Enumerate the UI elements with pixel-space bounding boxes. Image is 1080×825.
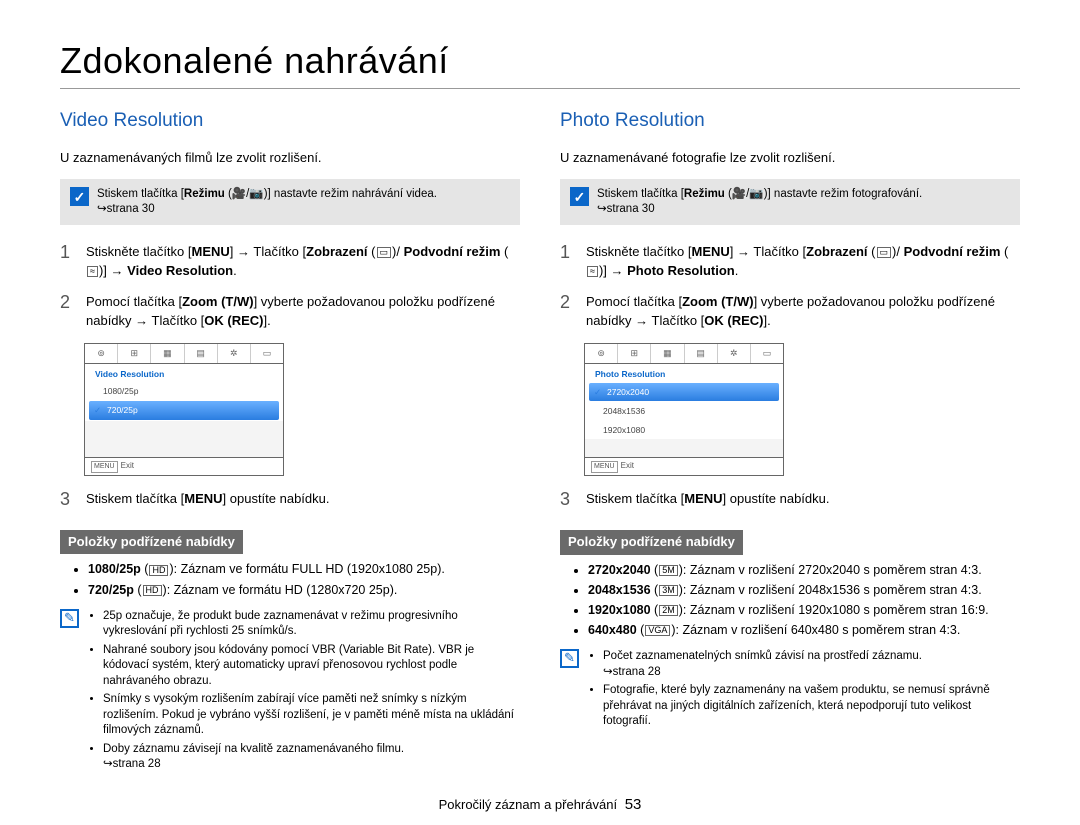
list-item: 2720x2040 (5M): Záznam v rozlišení 2720x… xyxy=(588,561,1020,579)
list-item: Nahrané soubory jsou kódovány pomocí VBR… xyxy=(103,643,520,690)
note-text: Stiskem tlačítka [Režimu (🎥/📷)] nastavte… xyxy=(597,187,922,217)
list-item: Doby záznamu závisejí na kvalitě zazname… xyxy=(103,742,520,773)
list-item: Fotografie, které byly zaznamenány na va… xyxy=(603,683,1020,730)
tab-icon: ▭ xyxy=(751,344,783,363)
tab-icon: ⊚ xyxy=(585,344,618,363)
tab-icon: ✲ xyxy=(218,344,251,363)
step-body: Pomocí tlačítka [Zoom (T/W)] vyberte pož… xyxy=(586,293,1020,331)
res-icon: VGA xyxy=(645,625,670,636)
res-icon: 3M xyxy=(659,585,678,596)
check-icon: ✓ xyxy=(70,187,89,206)
list-item: 1920x1080 (2M): Záznam v rozlišení 1920x… xyxy=(588,601,1020,619)
page-number: 53 xyxy=(625,796,642,813)
tips-block: ✎ Počet zaznamenatelných snímků závisí n… xyxy=(560,649,1020,733)
res-icon: 2M xyxy=(659,605,678,616)
step-body: Stiskem tlačítka [MENU] opustíte nabídku… xyxy=(586,490,1020,510)
menu-title: Photo Resolution xyxy=(585,364,783,382)
tab-icon: ▤ xyxy=(185,344,218,363)
menu-item-selected: 2720x2040 xyxy=(589,383,779,401)
check-icon: ✓ xyxy=(570,187,589,206)
tips-block: ✎ 25p označuje, že produkt bude zaznamen… xyxy=(60,609,520,776)
step-2: 2 Pomocí tlačítka [Zoom (T/W)] vyberte p… xyxy=(60,293,520,331)
display-icon: ▭ xyxy=(377,247,392,258)
res-icon: 5M xyxy=(659,565,678,576)
list-item: 2048x1536 (3M): Záznam v rozlišení 2048x… xyxy=(588,581,1020,599)
right-column: Photo Resolution U zaznamenávané fotogra… xyxy=(560,107,1020,776)
list-item: Počet zaznamenatelných snímků závisí na … xyxy=(603,649,1020,680)
list-item: 640x480 (VGA): Záznam v rozlišení 640x48… xyxy=(588,621,1020,639)
menu-tab-bar: ⊚ ⊞ ▦ ▤ ✲ ▭ xyxy=(585,344,783,364)
step-number: 1 xyxy=(60,243,76,281)
step-2: 2 Pomocí tlačítka [Zoom (T/W)] vyberte p… xyxy=(560,293,1020,331)
document-page: Zdokonalené nahrávání Video Resolution U… xyxy=(0,0,1080,823)
list-item: 720/25p (HD): Záznam ve formátu HD (1280… xyxy=(88,581,520,599)
section-heading-photo: Photo Resolution xyxy=(560,107,1020,135)
submenu-items-list: 2720x2040 (5M): Záznam v rozlišení 2720x… xyxy=(560,561,1020,640)
tab-icon: ▦ xyxy=(651,344,684,363)
menu-item-selected: 720/25p xyxy=(89,401,279,419)
step-body: Pomocí tlačítka [Zoom (T/W)] vyberte pož… xyxy=(86,293,520,331)
step-body: Stiskněte tlačítko [MENU] → Tlačítko [Zo… xyxy=(586,243,1020,281)
menu-item: 1920x1080 xyxy=(585,421,783,439)
tab-icon: ✲ xyxy=(718,344,751,363)
mode-note-box: ✓ Stiskem tlačítka [Režimu (🎥/📷)] nastav… xyxy=(560,179,1020,225)
step-number: 3 xyxy=(560,490,576,510)
step-body: Stiskněte tlačítko [MENU] → Tlačítko [Zo… xyxy=(86,243,520,281)
display-icon: ▭ xyxy=(877,247,892,258)
step-body: Stiskem tlačítka [MENU] opustíte nabídku… xyxy=(86,490,520,510)
menu-button-label: MENU xyxy=(91,461,118,473)
menu-exit-row: MENUExit xyxy=(585,457,783,475)
tips-list: 25p označuje, že produkt bude zaznamenáv… xyxy=(87,609,520,776)
list-item: Snímky s vysokým rozlišením zabírají víc… xyxy=(103,692,520,739)
menu-placeholder-area xyxy=(85,421,283,457)
left-column: Video Resolution U zaznamenávaných filmů… xyxy=(60,107,520,776)
camera-menu-screenshot: ⊚ ⊞ ▦ ▤ ✲ ▭ Video Resolution 1080/25p 72… xyxy=(84,343,284,476)
camera-menu-screenshot: ⊚ ⊞ ▦ ▤ ✲ ▭ Photo Resolution 2720x2040 2… xyxy=(584,343,784,476)
list-item: 1080/25p (HD): Záznam ve formátu FULL HD… xyxy=(88,560,520,578)
two-column-layout: Video Resolution U zaznamenávaných filmů… xyxy=(60,107,1020,776)
page-footer: Pokročilý záznam a přehrávání 53 xyxy=(60,796,1020,813)
step-number: 1 xyxy=(560,243,576,281)
pencil-icon: ✎ xyxy=(60,609,79,628)
menu-title: Video Resolution xyxy=(85,364,283,382)
tips-list: Počet zaznamenatelných snímků závisí na … xyxy=(587,649,1020,733)
list-item: 25p označuje, že produkt bude zaznamenáv… xyxy=(103,609,520,640)
step-number: 2 xyxy=(60,293,76,331)
submenu-heading: Položky podřízené nabídky xyxy=(60,530,243,555)
mode-note-box: ✓ Stiskem tlačítka [Režimu (🎥/📷)] nastav… xyxy=(60,179,520,225)
menu-exit-row: MENUExit xyxy=(85,457,283,475)
step-3: 3 Stiskem tlačítka [MENU] opustíte nabíd… xyxy=(560,490,1020,510)
menu-tab-bar: ⊚ ⊞ ▦ ▤ ✲ ▭ xyxy=(85,344,283,364)
underwater-icon: ≈ xyxy=(587,266,598,277)
step-1: 1 Stiskněte tlačítko [MENU] → Tlačítko [… xyxy=(60,243,520,281)
submenu-heading: Položky podřízené nabídky xyxy=(560,530,743,555)
tab-icon: ⊞ xyxy=(118,344,151,363)
menu-item: 2048x1536 xyxy=(585,402,783,420)
tab-icon: ⊚ xyxy=(85,344,118,363)
menu-placeholder-area xyxy=(585,439,783,457)
section-heading-video: Video Resolution xyxy=(60,107,520,135)
tab-icon: ⊞ xyxy=(618,344,651,363)
step-number: 2 xyxy=(560,293,576,331)
menu-button-label: MENU xyxy=(591,461,618,473)
res-icon: HD xyxy=(143,585,162,596)
menu-item: 1080/25p xyxy=(85,382,283,400)
step-number: 3 xyxy=(60,490,76,510)
page-title: Zdokonalené nahrávání xyxy=(60,40,1020,82)
pencil-icon: ✎ xyxy=(560,649,579,668)
divider xyxy=(60,88,1020,89)
tab-icon: ▦ xyxy=(151,344,184,363)
underwater-icon: ≈ xyxy=(87,266,98,277)
tab-icon: ▭ xyxy=(251,344,283,363)
step-1: 1 Stiskněte tlačítko [MENU] → Tlačítko [… xyxy=(560,243,1020,281)
intro-text: U zaznamenávané fotografie lze zvolit ro… xyxy=(560,149,1020,168)
submenu-items-list: 1080/25p (HD): Záznam ve formátu FULL HD… xyxy=(60,560,520,598)
intro-text: U zaznamenávaných filmů lze zvolit rozli… xyxy=(60,149,520,168)
tab-icon: ▤ xyxy=(685,344,718,363)
step-3: 3 Stiskem tlačítka [MENU] opustíte nabíd… xyxy=(60,490,520,510)
res-icon: HD xyxy=(149,565,168,576)
note-text: Stiskem tlačítka [Režimu (🎥/📷)] nastavte… xyxy=(97,187,437,217)
